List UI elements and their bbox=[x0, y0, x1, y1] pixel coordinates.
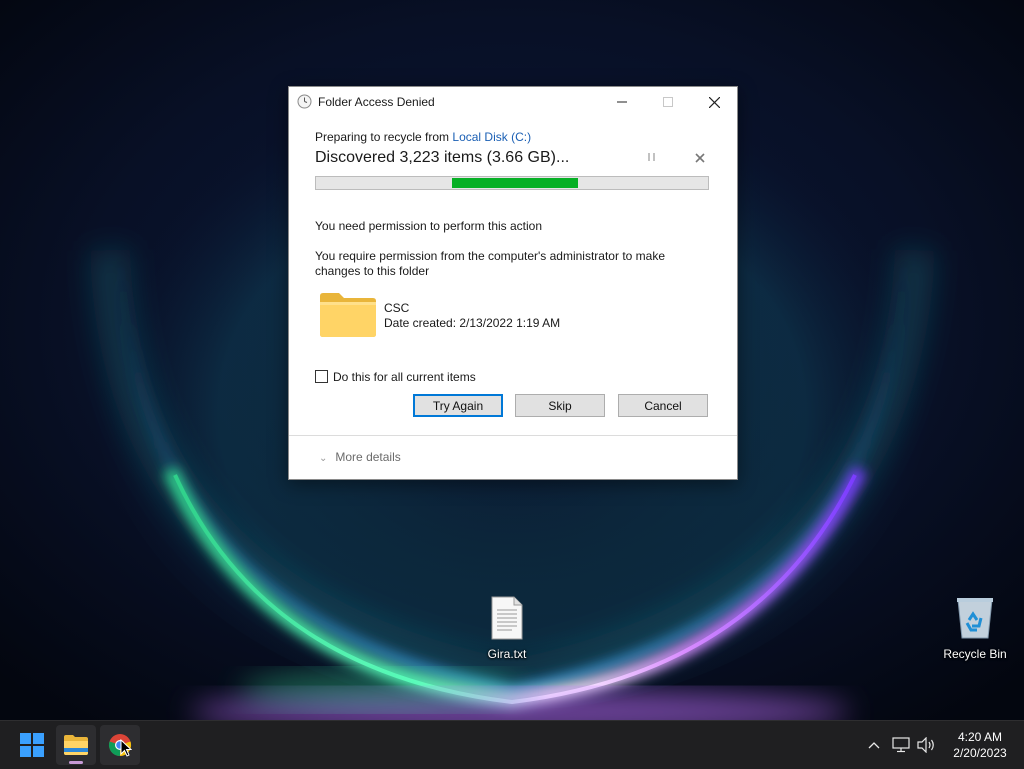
clock-time: 4:20 AM bbox=[957, 730, 1003, 744]
preparing-prefix: Preparing to recycle from bbox=[315, 130, 453, 144]
network-button[interactable] bbox=[890, 721, 912, 769]
progress-fill bbox=[452, 178, 578, 188]
discovered-status: Discovered 3,223 items (3.66 GB)... bbox=[315, 149, 570, 166]
close-button[interactable] bbox=[691, 87, 737, 117]
minimize-icon bbox=[617, 101, 627, 103]
maximize-button[interactable] bbox=[645, 87, 691, 117]
file-explorer-icon bbox=[64, 735, 88, 755]
desktop-icon-label: Gira.txt bbox=[487, 647, 527, 661]
cancel-button[interactable]: Cancel bbox=[618, 394, 708, 417]
taskbar: 4:20 AM 2/20/2023 bbox=[0, 720, 1024, 769]
active-indicator bbox=[69, 761, 83, 764]
try-again-button[interactable]: Try Again bbox=[413, 394, 503, 417]
chevron-down-icon: ⌄ bbox=[319, 453, 328, 464]
skip-button[interactable]: Skip bbox=[515, 394, 605, 417]
folder-access-denied-dialog: Folder Access Denied Preparing to recycl… bbox=[288, 86, 738, 480]
more-details-toggle[interactable]: ⌄ More details bbox=[319, 450, 401, 464]
do-for-all-label[interactable]: Do this for all current items bbox=[333, 370, 476, 384]
local-disk-link[interactable]: Local Disk (C:) bbox=[452, 130, 531, 144]
preparing-text: Preparing to recycle from Local Disk (C:… bbox=[315, 130, 531, 144]
desktop-icon-recycle-bin[interactable]: Recycle Bin bbox=[935, 596, 1015, 661]
require-permission-text: You require permission from the computer… bbox=[315, 249, 665, 278]
taskbar-clock[interactable]: 4:20 AM 2/20/2023 bbox=[945, 729, 1015, 761]
text-file-icon bbox=[491, 596, 523, 640]
pause-button[interactable] bbox=[647, 152, 656, 165]
progress-bar bbox=[315, 176, 709, 190]
start-button[interactable] bbox=[12, 725, 52, 765]
stop-button[interactable] bbox=[695, 150, 705, 166]
taskbar-file-explorer[interactable] bbox=[56, 725, 96, 765]
pause-icon bbox=[648, 153, 655, 161]
mouse-cursor-icon bbox=[120, 739, 132, 757]
desktop: Folder Access Denied Preparing to recycl… bbox=[0, 0, 1024, 720]
network-icon bbox=[892, 737, 910, 753]
clock-icon bbox=[297, 94, 312, 109]
clock-date: 2/20/2023 bbox=[953, 746, 1007, 760]
more-details-label: More details bbox=[335, 450, 401, 464]
folder-icon bbox=[320, 293, 376, 337]
need-permission-text: You need permission to perform this acti… bbox=[315, 219, 543, 233]
do-for-all-checkbox[interactable] bbox=[315, 370, 328, 383]
desktop-icon-gira[interactable]: Gira.txt bbox=[467, 596, 547, 661]
show-hidden-icons-button[interactable] bbox=[862, 721, 886, 769]
chevron-up-icon bbox=[868, 742, 880, 749]
taskbar-chrome[interactable] bbox=[100, 725, 140, 765]
folder-date-created: Date created: 2/13/2022 1:19 AM bbox=[384, 316, 561, 330]
maximize-icon bbox=[663, 97, 673, 107]
volume-button[interactable] bbox=[914, 721, 940, 769]
dialog-separator bbox=[289, 435, 737, 436]
minimize-button[interactable] bbox=[599, 87, 645, 117]
volume-icon bbox=[917, 737, 934, 753]
dialog-title: Folder Access Denied bbox=[318, 95, 435, 109]
desktop-icon-label: Recycle Bin bbox=[943, 647, 1007, 661]
stop-icon bbox=[695, 153, 705, 163]
close-icon bbox=[708, 96, 720, 108]
recycle-bin-icon bbox=[957, 598, 993, 639]
folder-name: CSC bbox=[384, 301, 410, 315]
start-icon bbox=[20, 733, 44, 757]
dialog-titlebar[interactable]: Folder Access Denied bbox=[289, 87, 737, 117]
